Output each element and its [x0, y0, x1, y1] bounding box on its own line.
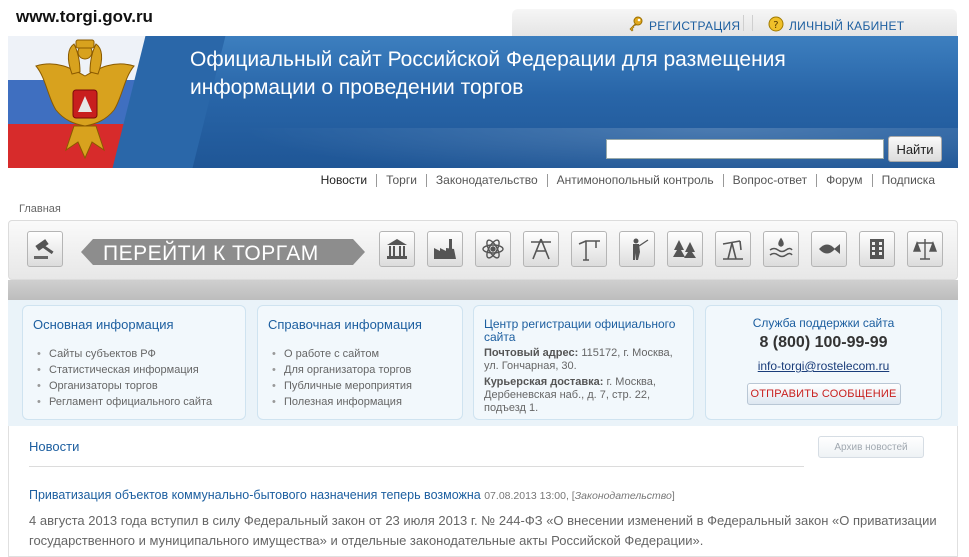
- svg-text:?: ?: [773, 20, 779, 31]
- main-info-link[interactable]: Статистическая информация: [33, 362, 235, 378]
- news-body: 4 августа 2013 года вступил в силу Федер…: [29, 513, 937, 548]
- nav-faq[interactable]: Вопрос-ответ: [724, 174, 818, 187]
- coat-of-arms-icon: [35, 39, 135, 160]
- support-email-link[interactable]: info-torgi@rostelecom.ru: [716, 359, 931, 373]
- office-icon[interactable]: [859, 231, 895, 267]
- news-date: 07.08.2013 13:00,: [484, 490, 569, 502]
- main-info-title[interactable]: Основная информация: [33, 317, 235, 332]
- reference-link[interactable]: О работе с сайтом: [268, 346, 452, 362]
- site-title: Официальный сайт Российской Федерации дл…: [190, 48, 786, 99]
- register-label: РЕГИСТРАЦИЯ: [649, 18, 741, 33]
- cabinet-label: ЛИЧНЫЙ КАБИНЕТ: [789, 18, 905, 33]
- news-headline-link[interactable]: Приватизация объектов коммунально-бытово…: [29, 488, 481, 502]
- key-icon: [628, 16, 644, 35]
- scales-icon[interactable]: [907, 231, 943, 267]
- building-icon[interactable]: [379, 231, 415, 267]
- factory-icon[interactable]: [427, 231, 463, 267]
- support-phone: 8 (800) 100-99-99: [759, 334, 888, 351]
- postal-address: Почтовый адрес: 115172, г. Москва, ул. Г…: [484, 347, 683, 373]
- cabinet-link[interactable]: ? ЛИЧНЫЙ КАБИНЕТ: [768, 16, 904, 35]
- postal-label: Почтовый адрес:: [484, 347, 579, 359]
- forest-icon[interactable]: [667, 231, 703, 267]
- site-url-label: www.torgi.gov.ru: [16, 7, 153, 26]
- reference-link[interactable]: Для организатора торгов: [268, 362, 452, 378]
- gavel-icon[interactable]: [27, 231, 63, 267]
- main-nav: Новости Торги Законодательство Антимоноп…: [312, 174, 935, 187]
- main-info-link[interactable]: Сайты субъектов РФ: [33, 346, 235, 362]
- news-section: Новости Архив новостей Приватизация объе…: [8, 426, 958, 557]
- divider-bar: [8, 280, 958, 300]
- reference-link[interactable]: Полезная информация: [268, 394, 452, 410]
- registration-card: Центр регистрации официального сайта Поч…: [473, 305, 694, 420]
- search-input[interactable]: [606, 139, 884, 159]
- breadcrumb[interactable]: Главная: [19, 203, 61, 215]
- search-button[interactable]: Найти: [888, 136, 942, 162]
- reference-link[interactable]: Публичные мероприятия: [268, 378, 452, 394]
- main-info-link[interactable]: Организаторы торгов: [33, 378, 235, 394]
- register-link[interactable]: РЕГИСТРАЦИЯ: [628, 16, 740, 35]
- fish-icon[interactable]: [811, 231, 847, 267]
- support-title: Служба поддержки сайта: [752, 316, 895, 330]
- question-icon: ?: [768, 16, 784, 35]
- category-bar: ПЕРЕЙТИ К ТОРГАМ: [8, 220, 958, 280]
- nav-legislation[interactable]: Законодательство: [427, 174, 548, 187]
- news-item-header: Приватизация объектов коммунально-бытово…: [29, 488, 675, 502]
- reference-card: Справочная информация О работе с сайтом …: [257, 305, 463, 420]
- news-divider: [29, 466, 804, 467]
- nav-antimonopoly[interactable]: Антимонопольный контроль: [548, 174, 724, 187]
- nav-tenders[interactable]: Торги: [377, 174, 427, 187]
- nav-forum[interactable]: Форум: [817, 174, 873, 187]
- water-icon[interactable]: [763, 231, 799, 267]
- main-info-link[interactable]: Регламент официального сайта: [33, 394, 235, 410]
- news-heading[interactable]: Новости: [29, 439, 79, 454]
- atom-icon[interactable]: [475, 231, 511, 267]
- news-category[interactable]: Законодательство: [575, 490, 672, 502]
- reference-title[interactable]: Справочная информация: [268, 317, 452, 332]
- nav-subscribe[interactable]: Подписка: [873, 174, 935, 187]
- top-user-bar: РЕГИСТРАЦИЯ ? ЛИЧНЫЙ КАБИНЕТ: [512, 9, 957, 37]
- nav-news[interactable]: Новости: [312, 174, 378, 187]
- main-info-card: Основная информация Сайты субъектов РФ С…: [22, 305, 246, 420]
- oil-pump-icon[interactable]: [715, 231, 751, 267]
- crane-icon[interactable]: [571, 231, 607, 267]
- courier-label: Курьерская доставка:: [484, 376, 604, 388]
- send-message-button[interactable]: ОТПРАВИТЬ СООБЩЕНИЕ: [746, 383, 901, 405]
- support-card: Служба поддержки сайта 8 (800) 100-99-99…: [705, 305, 942, 420]
- topbar-divider: [743, 15, 753, 31]
- news-archive-button[interactable]: Архив новостей: [818, 436, 924, 458]
- news-meta: 07.08.2013 13:00, [Законодательство]: [484, 490, 675, 502]
- oil-rig-icon[interactable]: [523, 231, 559, 267]
- hunter-icon[interactable]: [619, 231, 655, 267]
- goto-tenders-label[interactable]: ПЕРЕЙТИ К ТОРГАМ: [103, 242, 319, 266]
- registration-title[interactable]: Центр регистрации официального сайта: [484, 318, 683, 344]
- courier-address: Курьерская доставка: г. Москва, Дербенев…: [484, 376, 683, 415]
- header-banner: Официальный сайт Российской Федерации дл…: [8, 36, 958, 168]
